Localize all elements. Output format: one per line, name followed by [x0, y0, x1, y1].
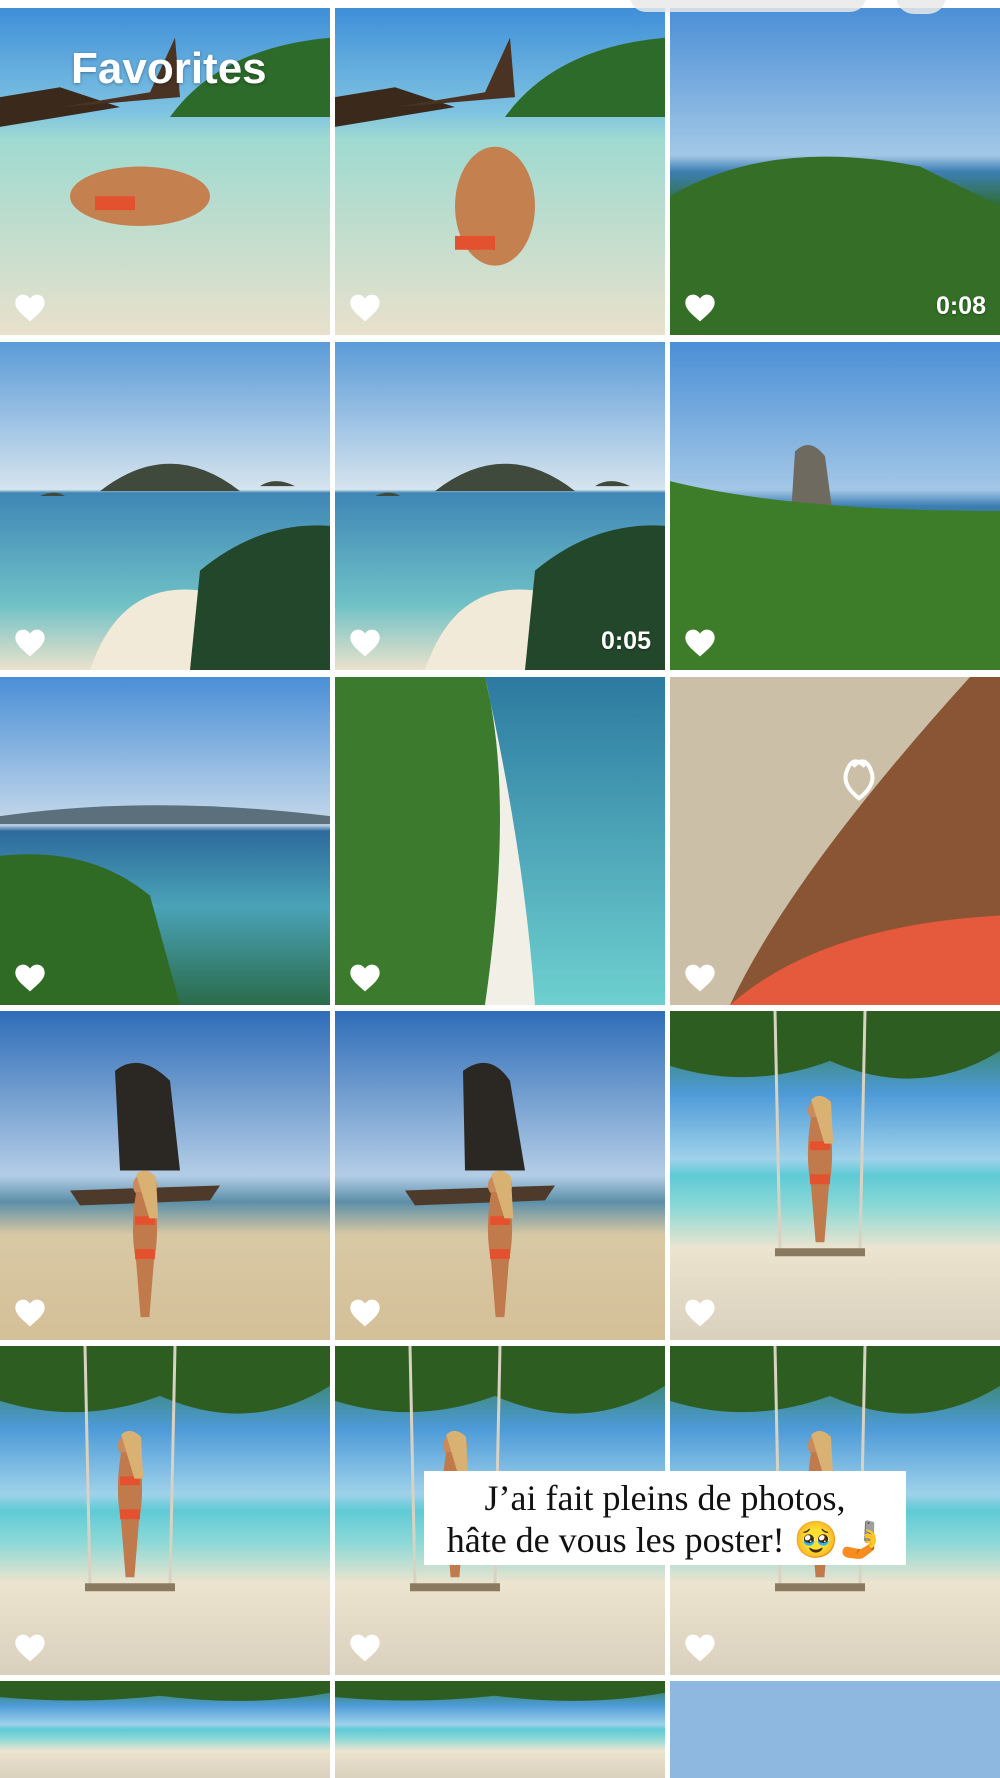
- photo-tile[interactable]: [670, 1011, 1000, 1340]
- favorite-heart-icon[interactable]: [349, 963, 381, 993]
- photo-thumbnail: [335, 677, 665, 1005]
- top-bar: [0, 0, 1000, 14]
- favorite-heart-icon[interactable]: [349, 1633, 381, 1663]
- photo-thumbnail: [0, 1346, 330, 1675]
- photo-tile[interactable]: 0:05: [335, 342, 665, 670]
- photo-thumbnail: [335, 8, 665, 335]
- caption-line-2: hâte de vous les poster! 🥹🤳: [446, 1520, 884, 1560]
- photo-tile[interactable]: [0, 1346, 330, 1675]
- photo-thumbnail: [335, 1681, 665, 1778]
- story-caption: J’ai fait pleins de photos, hâte de vous…: [424, 1471, 906, 1565]
- album-title: Favorites: [71, 44, 267, 93]
- favorite-heart-icon[interactable]: [14, 628, 46, 658]
- caption-line-1: J’ai fait pleins de photos,: [484, 1478, 846, 1518]
- favorite-heart-icon[interactable]: [14, 1633, 46, 1663]
- photo-thumbnail: [670, 677, 1000, 1005]
- video-duration: 0:05: [600, 627, 651, 655]
- photo-tile[interactable]: [670, 1681, 1000, 1778]
- favorite-heart-icon[interactable]: [684, 1298, 716, 1328]
- photo-tile[interactable]: [0, 342, 330, 670]
- favorite-heart-icon[interactable]: [684, 628, 716, 658]
- photo-thumbnail: [670, 342, 1000, 670]
- photo-thumbnail: [670, 1011, 1000, 1340]
- photo-thumbnail: [0, 677, 330, 1005]
- favorite-heart-icon[interactable]: [349, 293, 381, 323]
- photo-thumbnail: [335, 1011, 665, 1340]
- favorite-heart-icon[interactable]: [684, 1633, 716, 1663]
- photo-tile[interactable]: [0, 1011, 330, 1340]
- photo-tile[interactable]: [670, 677, 1000, 1005]
- favorite-heart-icon[interactable]: [349, 1298, 381, 1328]
- photo-tile[interactable]: [670, 342, 1000, 670]
- photo-thumbnail: [0, 342, 330, 670]
- photo-thumbnail: [335, 342, 665, 670]
- select-button[interactable]: [630, 0, 866, 12]
- photo-tile[interactable]: [335, 677, 665, 1005]
- photo-tile[interactable]: [335, 8, 665, 335]
- photo-thumbnail: [670, 8, 1000, 335]
- photo-tile[interactable]: [335, 1681, 665, 1778]
- video-duration: 0:08: [935, 292, 986, 320]
- favorite-heart-icon[interactable]: [684, 293, 716, 323]
- photo-thumbnail: [0, 1681, 330, 1778]
- photo-thumbnail: [670, 1681, 1000, 1778]
- photo-tile[interactable]: 0:08: [670, 8, 1000, 335]
- favorite-heart-icon[interactable]: [14, 963, 46, 993]
- favorite-heart-icon[interactable]: [349, 628, 381, 658]
- photo-tile[interactable]: [0, 677, 330, 1005]
- photo-tile[interactable]: [0, 1681, 330, 1778]
- photo-thumbnail: [0, 1011, 330, 1340]
- photo-tile[interactable]: [335, 1011, 665, 1340]
- favorite-heart-icon[interactable]: [14, 1298, 46, 1328]
- favorite-heart-icon[interactable]: [14, 293, 46, 323]
- favorite-heart-icon[interactable]: [684, 963, 716, 993]
